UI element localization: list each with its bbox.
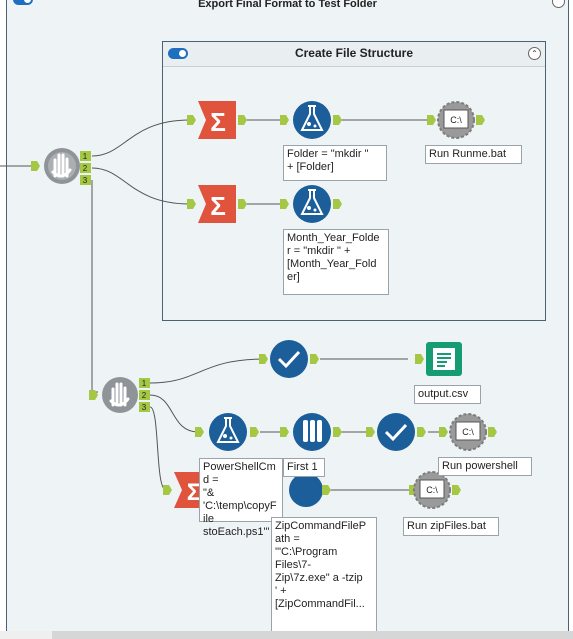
run-runme-annotation: Run Runme.bat	[425, 145, 522, 164]
block-until-done-tool-2[interactable]: 1 2 3	[89, 377, 150, 413]
anchor-number-2: 2	[83, 164, 88, 173]
summarize-tool-2[interactable]: Σ	[187, 185, 247, 223]
anchor-number-1: 1	[142, 379, 147, 388]
select-tool-2[interactable]	[366, 413, 426, 451]
summarize-tool-1[interactable]: Σ	[187, 101, 247, 139]
horizontal-scrollbar[interactable]	[52, 631, 573, 639]
anchor-number-3: 3	[83, 176, 88, 185]
run-zipfiles-annotation: Run zipFiles.bat	[403, 517, 499, 536]
summarize-glyph: Σ	[210, 191, 226, 221]
output-csv-annotation: output.csv	[414, 385, 481, 404]
formula-tool-1[interactable]	[280, 101, 342, 139]
formula-tool-4[interactable]	[289, 473, 331, 507]
anchor-number-1: 1	[83, 152, 88, 161]
run-command-glyph: C:\	[450, 115, 462, 125]
summarize-glyph: Σ	[210, 107, 226, 137]
formula-1-annotation: Folder = "mkdir " + [Folder]	[283, 145, 387, 181]
sample-tool[interactable]	[280, 413, 342, 451]
formula-tool-2[interactable]	[280, 185, 342, 223]
anchor-number-2: 2	[142, 391, 147, 400]
connector-block1-summarize1	[91, 119, 191, 157]
select-check-icon	[270, 340, 308, 378]
scrollbar-track-left	[0, 631, 52, 639]
run-command-glyph: C:\	[426, 485, 438, 495]
first-1-annotation: First 1	[283, 458, 325, 477]
run-command-tool-1[interactable]: C:\	[427, 101, 485, 139]
select-tool-1[interactable]	[259, 340, 319, 378]
connector-block2-summarize3	[149, 406, 167, 491]
formula-2-annotation: Month_Year_Folde r = "mkdir " + [Month_Y…	[283, 229, 389, 295]
anchor-number-3: 3	[142, 403, 147, 412]
connector-block1-summarize2	[91, 167, 191, 205]
workflow-canvas[interactable]: Export Final Format to Test Folder ⌃ Cre…	[0, 0, 573, 639]
powershell-cmd-annotation: PowerShellCmd = "& 'C:\temp\copyFile sto…	[199, 458, 283, 538]
formula-flask-icon	[289, 473, 323, 507]
run-command-tool-3[interactable]: C:\	[409, 471, 461, 509]
run-powershell-annotation: Run powershell	[438, 457, 532, 476]
zip-formula-annotation: ZipCommandFileP ath = '"C:\Program Files…	[271, 517, 377, 633]
run-command-tool-2[interactable]: C:\	[439, 413, 497, 451]
block-until-done-tool-1[interactable]: 1 2 3	[31, 148, 91, 185]
select-check-icon	[377, 413, 415, 451]
connector-block2-select1	[149, 358, 266, 384]
output-data-tool[interactable]	[415, 342, 462, 376]
connector-block1-block2-end	[91, 370, 98, 393]
run-command-glyph: C:\	[462, 427, 474, 437]
formula-tool-3[interactable]	[195, 413, 259, 451]
connector-block2-formula3	[149, 394, 199, 433]
